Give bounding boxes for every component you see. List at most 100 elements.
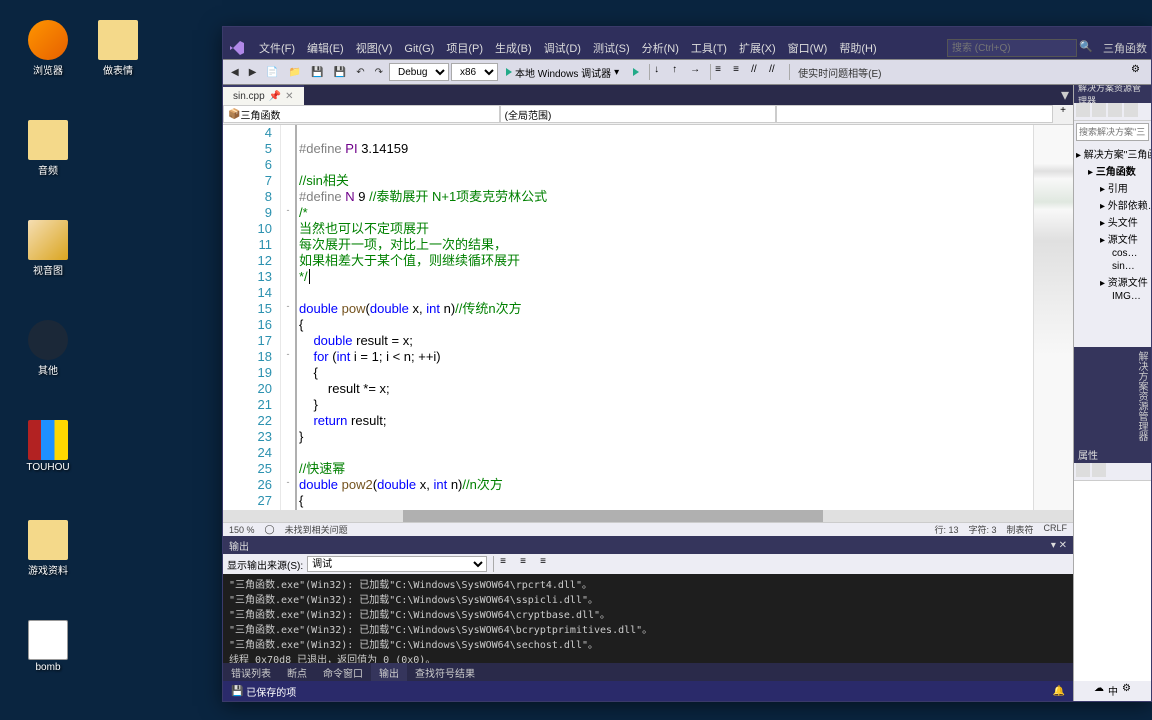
save-icon[interactable]: 💾 [307, 65, 327, 80]
menu-item[interactable]: 编辑(E) [301, 41, 350, 57]
menu-item[interactable]: 调试(D) [538, 41, 587, 57]
menu-item[interactable]: 窗口(W) [782, 41, 834, 57]
forward-icon[interactable]: ▶ [245, 65, 261, 80]
indent-icon[interactable]: ≡ [715, 64, 731, 80]
ime-icon[interactable]: ⚙ [1122, 683, 1131, 699]
outdent-icon[interactable]: ≡ [733, 64, 749, 80]
platform-combo[interactable]: x86 [451, 63, 498, 81]
output-tab[interactable]: 输出 [371, 663, 407, 681]
menu-item[interactable]: Git(G) [398, 41, 440, 57]
tree-node[interactable]: ▸ 外部依赖… [1076, 196, 1149, 213]
indent-mode[interactable]: 制表符 [1006, 523, 1033, 536]
output-source-combo[interactable]: 调试 [307, 556, 487, 572]
code-content[interactable]: #define PI 3.14159//sin相关#define N 9 //泰… [295, 125, 1033, 510]
solution-tree[interactable]: ▸ 解决方案"三角函数…▸ 三角函数▸ 引用▸ 外部依赖…▸ 头文件▸ 源文件c… [1074, 143, 1151, 347]
search-icon[interactable]: 🔍 [1079, 40, 1095, 56]
pin-icon[interactable]: 📌 [269, 91, 281, 102]
goto-icon[interactable]: ≡ [540, 556, 556, 572]
ime-icon[interactable]: ☁ [1094, 683, 1104, 699]
menu-item[interactable]: 工具(T) [685, 41, 733, 57]
open-icon[interactable]: 📁 [285, 65, 305, 80]
tree-node[interactable]: ▸ 头文件 [1076, 213, 1149, 230]
output-tab[interactable]: 查找符号结果 [407, 663, 483, 681]
titlebar[interactable] [223, 27, 1151, 37]
refresh-icon[interactable] [1108, 103, 1122, 117]
sync-icon[interactable] [1092, 103, 1106, 117]
menu-item[interactable]: 分析(N) [636, 41, 685, 57]
wrap-icon[interactable]: ≡ [520, 556, 536, 572]
func-combo[interactable]: (全局范围) [500, 105, 777, 123]
output-tab[interactable]: 命令窗口 [315, 663, 371, 681]
output-tab[interactable]: 错误列表 [223, 663, 279, 681]
tree-node[interactable]: ▸ 解决方案"三角函数… [1076, 145, 1149, 162]
clear-icon[interactable]: ≡ [500, 556, 516, 572]
output-tab[interactable]: 断点 [279, 663, 315, 681]
line-ending[interactable]: CRLF [1043, 523, 1067, 536]
config-combo[interactable]: Debug [389, 63, 449, 81]
fold-toggle[interactable]: - [281, 477, 295, 493]
solution-search-input[interactable] [1076, 123, 1149, 141]
collapse-icon[interactable] [1124, 103, 1138, 117]
fold-toggle[interactable]: - [281, 205, 295, 221]
redo-icon[interactable]: ↷ [371, 65, 387, 80]
run-button[interactable]: 本地 Windows 调试器▾ [500, 63, 625, 82]
tree-node[interactable]: sin… [1076, 260, 1149, 273]
step-icon[interactable]: → [690, 64, 706, 80]
desktop-icon[interactable]: 视音图 [18, 220, 78, 277]
horizontal-scrollbar[interactable] [223, 510, 1073, 522]
split-icon[interactable]: + [1053, 105, 1073, 124]
tree-node[interactable]: IMG… [1076, 290, 1149, 303]
tab-dropdown-icon[interactable]: ▾ [1057, 85, 1073, 105]
code-editor[interactable]: 4567891011121314151617181920212223242526… [223, 125, 1073, 510]
close-icon[interactable]: ✕ [285, 91, 293, 102]
undo-icon[interactable]: ↶ [352, 65, 368, 80]
menu-item[interactable]: 文件(F) [253, 41, 301, 57]
scope-combo[interactable]: 📦 三角函数 [223, 105, 500, 123]
tree-node[interactable]: cos… [1076, 247, 1149, 260]
file-tab[interactable]: sin.cpp 📌 ✕ [223, 87, 304, 105]
issues-icon[interactable]: ◯ [265, 524, 275, 535]
fold-toggle[interactable]: - [281, 301, 295, 317]
desktop-icon[interactable]: 其他 [18, 320, 78, 377]
run-no-debug-button[interactable] [627, 66, 645, 78]
output-text[interactable]: "三角函数.exe"(Win32): 已加载"C:\Windows\SysWOW… [223, 574, 1073, 663]
back-icon[interactable]: ◀ [227, 65, 243, 80]
desktop-icon[interactable]: 游戏资料 [18, 520, 78, 577]
live-share-button[interactable]: 使实时问题相等(E) [794, 63, 885, 82]
comment-icon[interactable]: // [751, 64, 767, 80]
menu-item[interactable]: 帮助(H) [833, 41, 882, 57]
desktop-icon[interactable]: 做表情 [88, 20, 148, 77]
minimap[interactable] [1033, 125, 1073, 510]
step-icon[interactable]: ↑ [672, 64, 688, 80]
save-all-icon[interactable]: 💾 [330, 65, 350, 80]
menu-item[interactable]: 测试(S) [587, 41, 636, 57]
desktop-icon[interactable]: TOUHOU [18, 420, 78, 473]
tree-node[interactable]: ▸ 源文件 [1076, 230, 1149, 247]
notification-icon[interactable]: 🔔 [1053, 686, 1065, 697]
zoom-level[interactable]: 150 % [229, 525, 255, 535]
desktop-icon[interactable]: 浏览器 [18, 20, 78, 77]
solution-explorer-tab[interactable]: 解决方案资源管理器 [1074, 347, 1151, 445]
fold-column[interactable]: - - - - [281, 125, 295, 510]
uncomment-icon[interactable]: // [769, 64, 785, 80]
tree-node[interactable]: ▸ 三角函数 [1076, 162, 1149, 179]
alpha-icon[interactable] [1092, 463, 1106, 477]
menu-item[interactable]: 项目(P) [440, 41, 489, 57]
menu-item[interactable]: 生成(B) [489, 41, 538, 57]
tool-icon[interactable]: ⚙ [1131, 64, 1147, 80]
categorize-icon[interactable] [1076, 463, 1090, 477]
tree-node[interactable]: ▸ 资源文件 [1076, 273, 1149, 290]
home-icon[interactable] [1076, 103, 1090, 117]
tree-node[interactable]: ▸ 引用 [1076, 179, 1149, 196]
desktop-icon[interactable]: 音频 [18, 120, 78, 177]
fold-toggle[interactable]: - [281, 349, 295, 365]
search-input[interactable] [947, 39, 1077, 57]
member-combo[interactable] [776, 105, 1053, 123]
play-icon [506, 68, 512, 76]
ime-icon[interactable]: 中 [1108, 683, 1118, 699]
step-icon[interactable]: ↓ [654, 64, 670, 80]
new-icon[interactable]: 📄 [262, 65, 282, 80]
desktop-icon[interactable]: bomb [18, 620, 78, 673]
menu-item[interactable]: 扩展(X) [733, 41, 782, 57]
menu-item[interactable]: 视图(V) [350, 41, 399, 57]
